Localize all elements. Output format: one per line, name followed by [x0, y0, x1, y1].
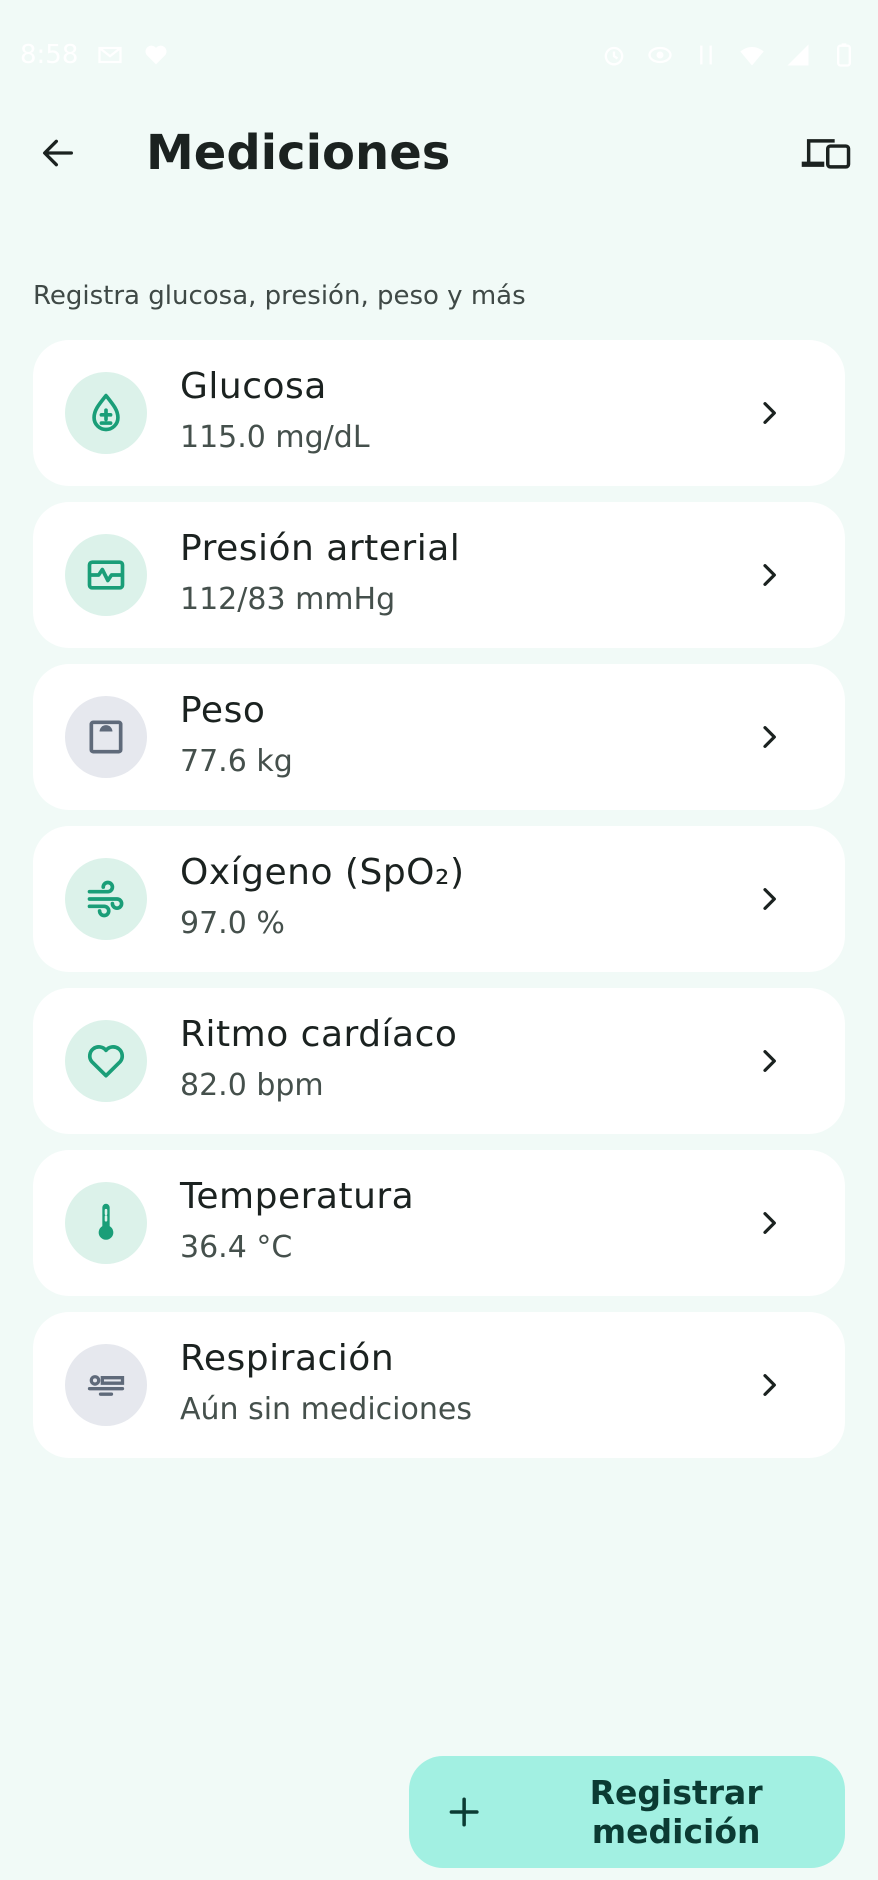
card-title: Peso [180, 690, 266, 731]
heart-icon [88, 1045, 124, 1078]
card-title: Ritmo cardíaco [180, 1014, 458, 1055]
measurement-card-temperature[interactable]: Temperatura 36.4 °C [33, 1150, 845, 1296]
register-measurement-button[interactable]: Registrar medición [409, 1756, 845, 1868]
status-left: 8:58 [20, 40, 170, 70]
card-value: Aún sin mediciones [180, 1392, 472, 1427]
gmail-icon [96, 41, 124, 69]
scale-icon [89, 720, 123, 754]
data-arrows-icon [692, 41, 720, 69]
health-heart-icon [142, 41, 170, 69]
card-icon-badge [65, 1344, 147, 1426]
devices-icon [801, 139, 851, 169]
plus-icon [449, 1797, 479, 1827]
chevron-right-icon [749, 879, 789, 919]
chevron-right-icon [749, 1041, 789, 1081]
page-subtitle: Registra glucosa, presión, peso y más [33, 281, 526, 311]
card-value: 36.4 °C [180, 1230, 293, 1265]
arrow-back-icon [43, 139, 74, 167]
status-right [600, 41, 858, 69]
card-text: Glucosa 115.0 mg/dL [180, 362, 370, 462]
card-title: Respiración [180, 1338, 395, 1379]
card-title: Glucosa [180, 366, 327, 407]
glucose-drop-icon [92, 393, 120, 432]
card-value: 112/83 mmHg [180, 582, 396, 617]
measurement-card-blood-pressure[interactable]: Presión arterial 112/83 mmHg [33, 502, 845, 648]
card-text: Ritmo cardíaco 82.0 bpm [180, 1010, 457, 1110]
card-value: 97.0 % [180, 906, 285, 941]
card-value: 115.0 mg/dL [180, 420, 370, 455]
card-icon-badge [65, 1182, 147, 1264]
card-title: Oxígeno (SpO₂) [180, 852, 465, 893]
card-icon-badge [65, 858, 147, 940]
card-icon-badge [65, 534, 147, 616]
card-value: 77.6 kg [180, 744, 293, 779]
app-bar: Mediciones [0, 110, 878, 196]
card-text: Oxígeno (SpO₂) 97.0 % [180, 848, 465, 948]
card-icon-badge [65, 372, 147, 454]
card-text: Peso 77.6 kg [180, 686, 293, 786]
measurement-card-glucose[interactable]: Glucosa 115.0 mg/dL [33, 340, 845, 486]
card-icon-badge [65, 696, 147, 778]
card-text: Respiración Aún sin mediciones [180, 1334, 472, 1434]
card-title: Temperatura [180, 1176, 415, 1217]
bed-sleep-icon [87, 1375, 125, 1396]
measurement-card-weight[interactable]: Peso 77.6 kg [33, 664, 845, 810]
card-text: Temperatura 36.4 °C [180, 1172, 414, 1272]
chevron-right-icon [749, 555, 789, 595]
status-time: 8:58 [20, 40, 79, 70]
eye-icon [646, 41, 674, 69]
wifi-icon [738, 41, 766, 69]
status-bar: 8:58 [0, 0, 878, 110]
card-title: Presión arterial [180, 528, 461, 569]
air-wind-icon [87, 880, 124, 918]
chevron-right-icon [749, 393, 789, 433]
chevron-right-icon [749, 1203, 789, 1243]
measurement-card-heart-rate[interactable]: Ritmo cardíaco 82.0 bpm [33, 988, 845, 1134]
card-text: Presión arterial 112/83 mmHg [180, 524, 460, 624]
devices-button[interactable] [794, 123, 858, 183]
measurement-card-oxygen[interactable]: Oxígeno (SpO₂) 97.0 % [33, 826, 845, 972]
back-button[interactable] [28, 123, 88, 183]
alarm-icon [600, 41, 628, 69]
chevron-right-icon [749, 1365, 789, 1405]
fab-label: Registrar medición [589, 1773, 763, 1851]
card-value: 82.0 bpm [180, 1068, 324, 1103]
measurement-list: Glucosa 115.0 mg/dL Presión arterial 112… [33, 340, 845, 1458]
page-title: Mediciones [146, 125, 451, 181]
blood-pressure-icon [87, 560, 125, 590]
measurement-card-respiration[interactable]: Respiración Aún sin mediciones [33, 1312, 845, 1458]
chevron-right-icon [749, 717, 789, 757]
card-icon-badge [65, 1020, 147, 1102]
thermometer-icon [98, 1203, 114, 1240]
battery-icon [830, 41, 858, 69]
signal-icon [784, 41, 812, 69]
